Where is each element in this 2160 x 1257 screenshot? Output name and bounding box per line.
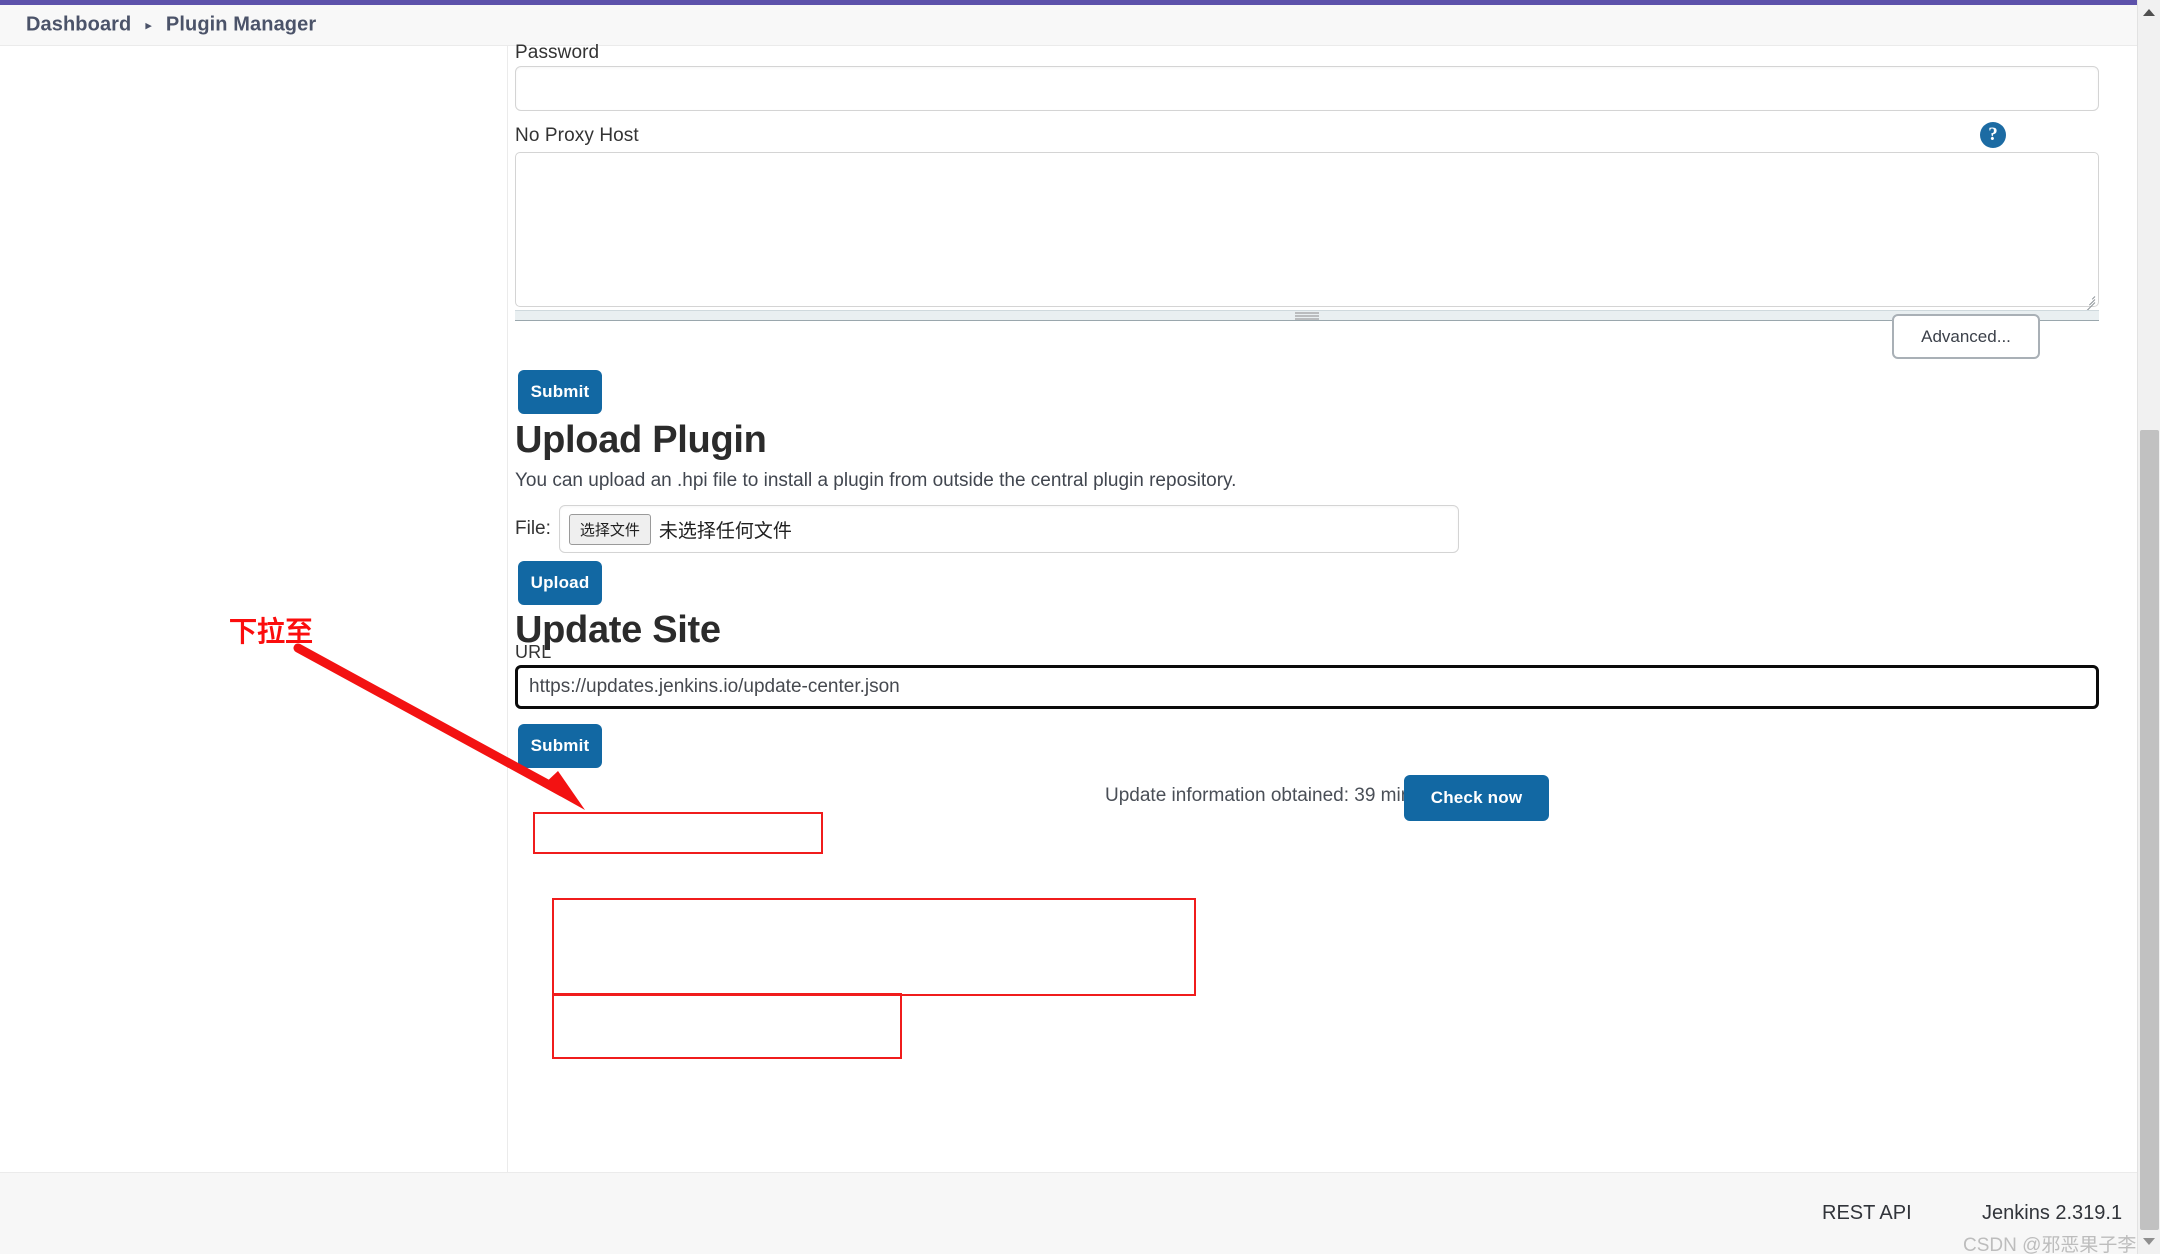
breadcrumb-item-plugin-manager[interactable]: Plugin Manager xyxy=(166,14,316,37)
rest-api-link[interactable]: REST API xyxy=(1822,1202,1912,1225)
update-site-url-input[interactable]: https://updates.jenkins.io/update-center… xyxy=(515,665,2099,709)
proxy-submit-button[interactable]: Submit xyxy=(518,370,602,414)
password-input[interactable] xyxy=(515,66,2099,111)
upload-button[interactable]: Upload xyxy=(518,561,602,605)
file-label: File: xyxy=(515,518,551,539)
scroll-down-arrow-icon[interactable] xyxy=(2143,1238,2155,1245)
file-upload-row: File: 选择文件 未选择任何文件 xyxy=(515,505,1459,553)
check-now-button[interactable]: Check now xyxy=(1404,775,1549,821)
no-proxy-host-textarea[interactable] xyxy=(515,152,2099,312)
update-information-status: Update information obtained: 39 min ago xyxy=(1105,785,1449,806)
csdn-watermark: CSDN @邪恶果子李 xyxy=(1963,1235,2137,1256)
vertical-scrollbar[interactable] xyxy=(2137,0,2160,1254)
page-body: Password No Proxy Host ? Advanced... Sub… xyxy=(0,42,2137,1172)
side-panel xyxy=(0,46,508,1172)
advanced-button[interactable]: Advanced... xyxy=(1892,314,2040,359)
scrollbar-thumb[interactable] xyxy=(2140,430,2159,1230)
drag-grip-icon xyxy=(1295,312,1319,319)
no-proxy-host-label: No Proxy Host xyxy=(515,125,639,146)
app-header: Dashboard ▸ Plugin Manager xyxy=(0,5,2137,46)
textarea-drag-bar[interactable] xyxy=(515,310,2099,321)
upload-plugin-title: Upload Plugin xyxy=(515,419,767,461)
chevron-right-icon: ▸ xyxy=(145,17,152,32)
breadcrumb: Dashboard ▸ Plugin Manager xyxy=(26,14,316,37)
file-input[interactable]: 选择文件 未选择任何文件 xyxy=(558,505,1459,553)
password-label: Password xyxy=(515,42,600,63)
upload-plugin-description: You can upload an .hpi file to install a… xyxy=(515,470,1237,491)
annotation-scroll-note: 下拉至 xyxy=(229,615,314,648)
textarea-resize-grip[interactable] xyxy=(2083,292,2096,312)
jenkins-version-link[interactable]: Jenkins 2.319.1 xyxy=(1982,1202,2122,1225)
url-label: URL xyxy=(515,642,552,662)
breadcrumb-item-dashboard[interactable]: Dashboard xyxy=(26,14,131,37)
scroll-up-arrow-icon[interactable] xyxy=(2143,9,2155,16)
main-content: Password No Proxy Host ? Advanced... Sub… xyxy=(509,42,2137,1172)
update-site-submit-button[interactable]: Submit xyxy=(518,724,602,768)
help-question-icon[interactable]: ? xyxy=(1980,122,2006,148)
choose-file-button[interactable]: 选择文件 xyxy=(568,513,651,545)
file-selection-status: 未选择任何文件 xyxy=(658,520,792,542)
app-footer: REST API Jenkins 2.319.1 CSDN @邪恶果子李 xyxy=(0,1172,2137,1256)
